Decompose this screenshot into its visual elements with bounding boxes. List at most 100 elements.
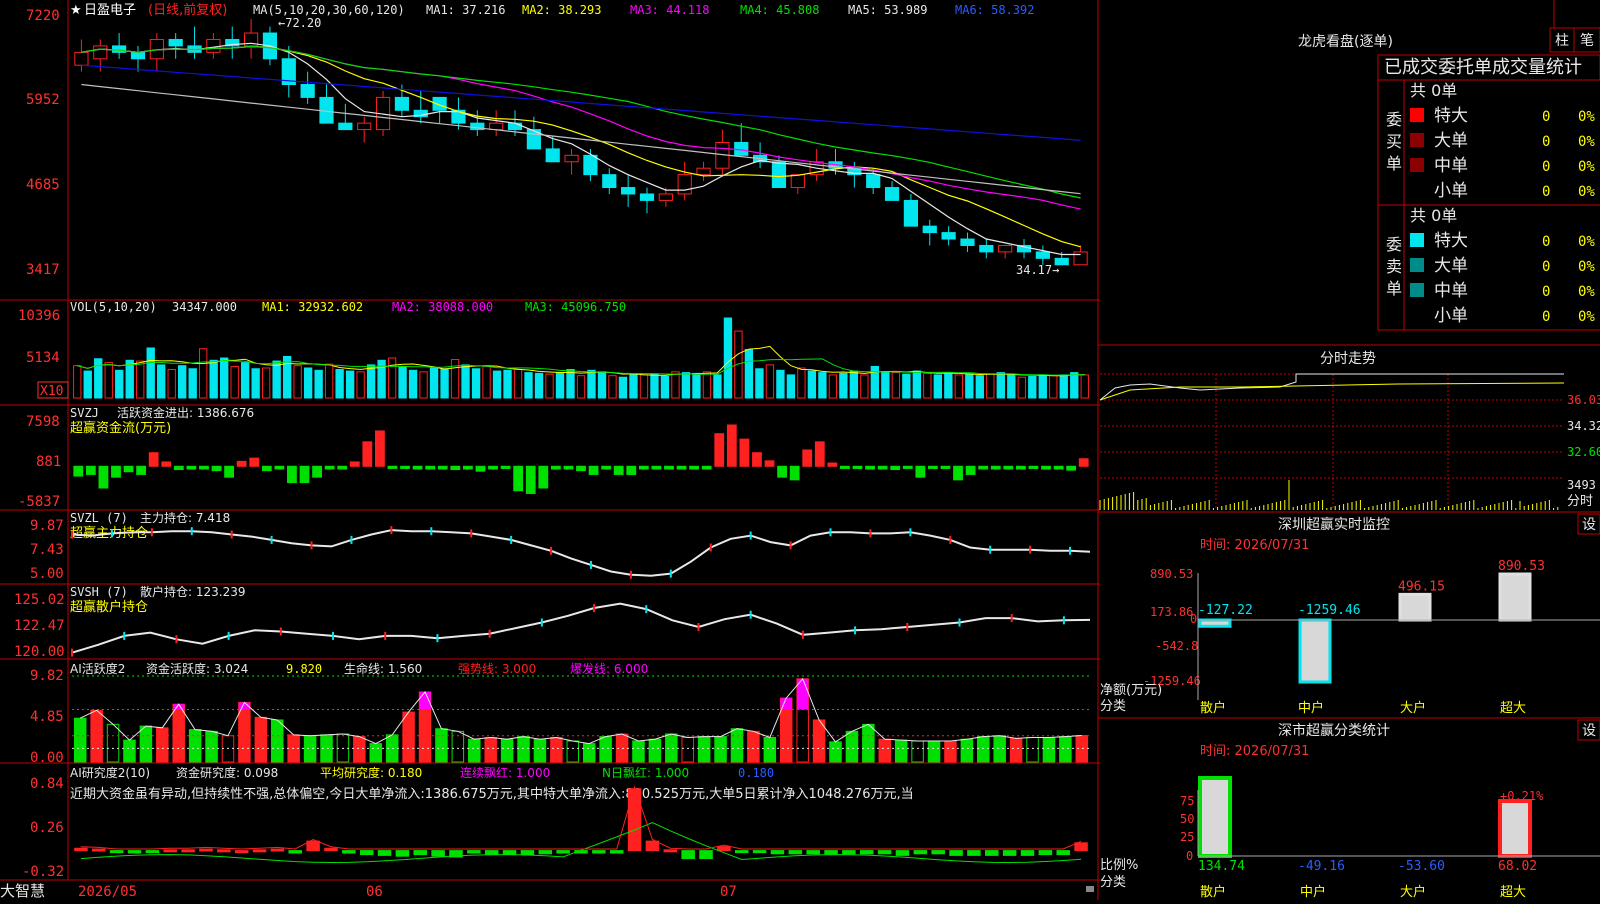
svzj-bar [676,465,687,470]
svsh-sub: 超赢散户持仓 [70,599,148,615]
ss-time: 时间: 2026/07/31 [1200,744,1309,759]
candle-body[interactable] [545,148,560,163]
candle-body[interactable] [621,187,636,195]
ai-research-bar [877,850,892,855]
ai2-consecutive: 连续飘红: 1.000 [460,765,550,780]
ai2-nday: N日飘红: 1.000 [602,765,689,780]
candle-body[interactable] [602,174,617,189]
candle-body[interactable] [130,51,146,60]
ss-tick: 50 [1180,812,1194,826]
intraday-chart[interactable] [1099,373,1565,510]
candle-body[interactable] [394,96,410,111]
candle-body[interactable] [658,193,673,201]
candle-body[interactable] [941,232,956,240]
candle-body[interactable] [564,154,579,163]
candle-body[interactable] [583,154,598,176]
candle-body[interactable] [93,45,108,60]
sz-ylabel: 净额(万元) [1100,683,1162,698]
ai-activity-bar [648,738,662,763]
candle-body[interactable] [1073,251,1088,266]
volume-bar [240,362,250,399]
candle-body[interactable] [960,238,975,246]
volume-bar [566,369,575,399]
volume-bar [723,317,733,399]
ai2-tick: 0.26 [30,820,64,836]
candle-body[interactable] [696,167,711,176]
svzj-bar [400,465,410,469]
ai-research-bar [556,850,570,854]
candlestick-chart[interactable] [74,18,1088,266]
sz-category-label: 中户 [1298,700,1324,716]
svzj-bar [85,465,96,475]
order-row-name: 特大 [1434,106,1468,126]
volume-bar [293,365,302,399]
candle-body[interactable] [489,122,504,131]
volume-bar [115,369,124,399]
vol-tick: 5134 [26,350,60,366]
price-tick: 3417 [26,262,60,278]
candle-body[interactable] [771,161,787,189]
candle-body[interactable] [300,84,315,98]
ai-research-bar [342,850,356,854]
stock-name[interactable]: 日盈电子 [84,3,136,18]
candle-body[interactable] [206,38,221,53]
lock-icon[interactable] [1086,886,1094,892]
candle-body[interactable] [357,122,372,131]
order-color-swatch [1410,108,1424,122]
svzj-bar [877,465,888,470]
ai-activity-bar [1009,737,1023,763]
candle-body[interactable] [922,225,937,234]
ai-activity-bar [582,743,596,763]
candle-body[interactable] [112,45,127,53]
candle-body[interactable] [639,193,655,201]
candle-body[interactable] [677,174,692,195]
candle-body[interactable] [790,174,805,189]
sz-bar-label: -127.22 [1198,603,1253,618]
volume-bar [167,369,176,399]
svzj-bar [990,465,1001,470]
ai-research-bar [913,850,928,855]
intraday-price-line [1099,373,1564,401]
volume-bar [629,373,638,399]
chart-mode[interactable]: (日线,前复权) [148,2,227,18]
candle-body[interactable] [74,51,89,66]
ma-line-ma1 [81,42,1081,256]
ss-category-label: 中户 [1300,884,1326,900]
candle-body[interactable] [734,141,749,156]
lhkp-title: 龙虎看盘(逐单) [1298,33,1393,50]
svzj-bar [475,465,486,472]
candle-body[interactable] [338,122,353,131]
order-color-swatch [1410,233,1424,247]
intraday-tick: 32.60 [1567,445,1600,459]
ss-bar [1198,776,1232,858]
candle-body[interactable] [884,187,900,201]
svzj-bar [261,465,272,472]
volume-bar [1028,375,1037,399]
candle-body[interactable] [979,244,994,253]
svzj-bar [462,465,473,470]
candle-body[interactable] [998,244,1013,253]
candle-body[interactable] [507,122,523,131]
candle-body[interactable] [903,199,919,227]
ai-activity-bar [106,723,120,763]
brand-logo[interactable]: 大智慧 [0,882,45,900]
svzj-bar [764,460,775,467]
candle-body[interactable] [866,174,881,189]
volume-bar [303,367,313,399]
order-row-name: 小单 [1434,181,1468,201]
ai-activity-bar [369,743,383,763]
svzj-bar [173,465,184,471]
ss-settings-label: 设 [1582,723,1596,739]
svzj-bar [362,441,373,467]
svzj-text: 活跃资金进出: 1386.676 [117,405,254,420]
svzj-bar [136,465,147,475]
candle-body[interactable] [1054,257,1069,266]
volume-bar [597,371,607,399]
svzj-bar [626,465,637,475]
svzj-bar [1041,465,1051,470]
ai2-comment: 近期大资金虽有异动,但持续性不强,总体偏空,今日大单净流入:1386.675万元… [70,786,914,802]
svzl-tick: 9.87 [30,518,64,534]
candle-body[interactable] [1035,251,1050,259]
ai-activity-bar [156,727,169,763]
candle-body[interactable] [168,38,183,47]
